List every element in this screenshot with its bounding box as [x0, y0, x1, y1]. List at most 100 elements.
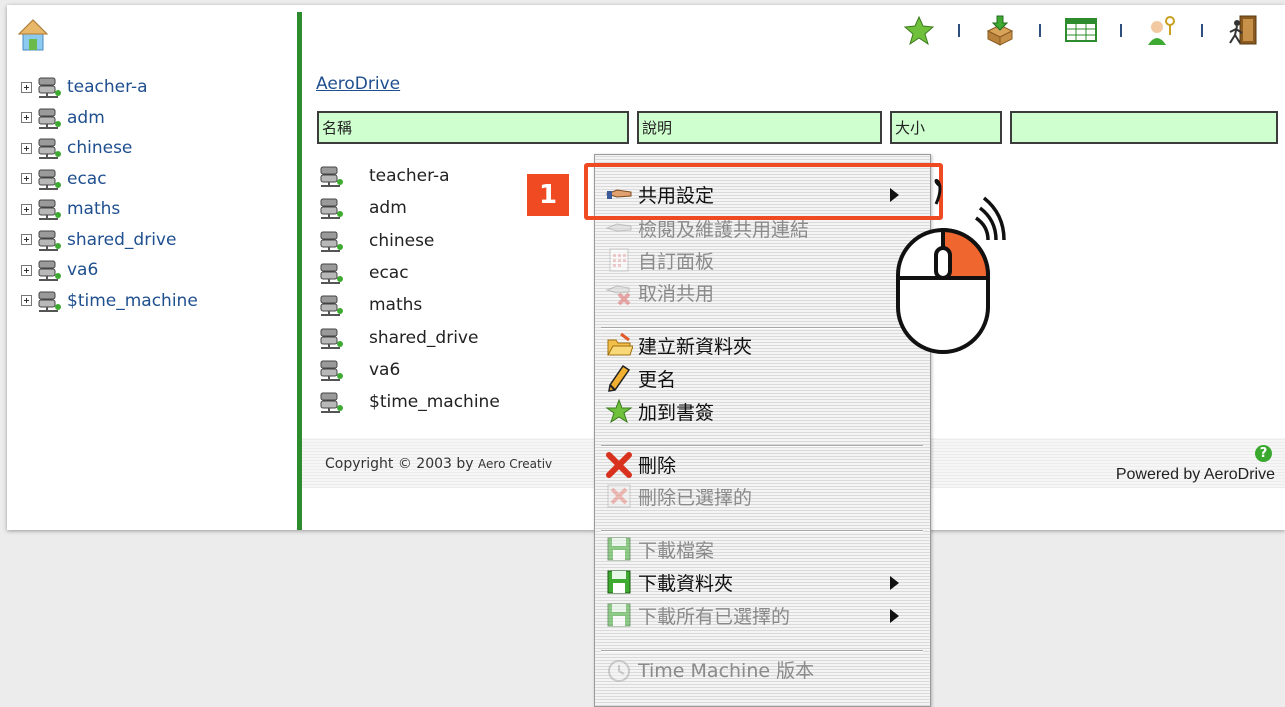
header-description[interactable]: 說明 — [637, 111, 882, 144]
copyright-text: Copyright © 2003 by Aero Creativ — [325, 456, 552, 472]
user-key-icon[interactable] — [1145, 13, 1179, 47]
star-icon — [605, 398, 633, 424]
expand-icon[interactable] — [21, 264, 32, 276]
file-row[interactable]: ecac — [318, 257, 500, 289]
file-row[interactable]: $time_machine — [318, 386, 500, 418]
context-menu-item: 下載所有已選擇的 — [605, 600, 915, 630]
floppy-icon — [607, 537, 631, 561]
tree-item-label[interactable]: teacher-a — [67, 77, 148, 97]
server-share-icon — [38, 199, 61, 221]
context-menu-item[interactable]: 刪除 — [605, 449, 915, 479]
tree-item-label[interactable]: ecac — [67, 169, 107, 189]
context-menu-item-label: 下載檔案 — [638, 539, 715, 562]
context-menu-item: 取消共用 — [605, 277, 915, 307]
tree-item-label[interactable]: chinese — [67, 138, 132, 158]
server-share-icon — [320, 231, 343, 252]
tree-item[interactable]: $time_machine — [21, 286, 198, 317]
file-name[interactable]: adm — [369, 198, 407, 218]
file-name[interactable]: maths — [369, 295, 422, 315]
bookmark-star-icon[interactable] — [902, 13, 936, 47]
toolbar-separator — [1201, 23, 1203, 37]
tree-item[interactable]: va6 — [21, 255, 198, 286]
menu-separator — [601, 445, 923, 447]
tree-item[interactable]: shared_drive — [21, 225, 198, 256]
help-icon[interactable]: ? — [1255, 445, 1272, 462]
context-menu-item-label: 自訂面板 — [638, 250, 715, 273]
expand-icon[interactable] — [21, 234, 32, 246]
panel-grid-icon — [609, 248, 629, 272]
server-share-icon — [38, 169, 61, 190]
upload-box-icon[interactable] — [983, 13, 1017, 47]
expand-icon[interactable] — [21, 81, 32, 93]
breadcrumb-root[interactable]: AeroDrive — [316, 74, 400, 94]
file-name[interactable]: $time_machine — [369, 392, 500, 412]
expand-icon[interactable] — [21, 203, 32, 215]
file-row[interactable]: shared_drive — [318, 321, 500, 353]
menu-separator — [601, 650, 923, 652]
context-menu-item[interactable]: 建立新資料夾 — [605, 330, 915, 360]
expand-icon[interactable] — [21, 173, 32, 185]
file-name[interactable]: shared_drive — [369, 328, 478, 348]
server-share-icon — [320, 166, 343, 188]
tree-item[interactable]: adm — [21, 103, 198, 134]
tree-item[interactable]: ecac — [21, 164, 198, 195]
table-header: 名稱 說明 大小 — [317, 111, 1278, 144]
context-menu-item: 刪除已選擇的 — [605, 481, 915, 511]
header-extra[interactable] — [1010, 111, 1278, 144]
logout-door-icon[interactable] — [1226, 13, 1260, 47]
home-icon[interactable] — [18, 18, 48, 52]
pencil-icon — [608, 364, 631, 392]
file-row[interactable]: teacher-a — [318, 160, 500, 192]
menu-separator — [601, 530, 923, 532]
new-folder-icon — [607, 332, 633, 356]
file-name[interactable]: va6 — [369, 360, 400, 380]
tree-item-label[interactable]: maths — [67, 199, 120, 219]
expand-icon[interactable] — [21, 142, 32, 154]
file-row[interactable]: adm — [318, 192, 500, 224]
header-name[interactable]: 名稱 — [317, 111, 629, 144]
toolbar-separator — [1039, 23, 1041, 37]
context-menu: 共用設定 檢閱及維護共用連結 自訂面板 取消共用 建立新資料夾 更名 加到書簽 刪除 刪除已選擇… — [594, 154, 931, 707]
context-menu-item-label: 刪除已選擇的 — [638, 486, 753, 509]
expand-icon[interactable] — [21, 112, 32, 124]
tree-list: teacher-a adm chinese ecac maths shared_drive… — [21, 72, 198, 316]
tree-item[interactable]: maths — [21, 194, 198, 225]
tree-item[interactable]: chinese — [21, 133, 198, 164]
file-row[interactable]: maths — [318, 289, 500, 321]
server-share-icon — [38, 108, 61, 129]
table-view-icon[interactable] — [1064, 13, 1098, 47]
context-menu-item-label: 取消共用 — [638, 282, 715, 305]
header-size[interactable]: 大小 — [890, 111, 1002, 144]
tree-item-label[interactable]: $time_machine — [67, 291, 198, 311]
file-name[interactable]: teacher-a — [369, 166, 450, 186]
file-row[interactable]: va6 — [318, 354, 500, 386]
delete-selected-icon — [607, 484, 631, 508]
expand-icon[interactable] — [21, 295, 32, 307]
tree-item-label[interactable]: shared_drive — [67, 230, 176, 250]
tree-item-label[interactable]: adm — [67, 108, 105, 128]
submenu-arrow-icon — [890, 609, 899, 623]
toolbar — [902, 13, 1260, 47]
copyright-prefix: Copyright © 2003 by — [325, 456, 479, 472]
unshare-icon — [605, 285, 631, 306]
file-name[interactable]: ecac — [369, 263, 409, 283]
server-share-icon — [320, 295, 343, 317]
context-menu-item: 下載檔案 — [605, 534, 915, 564]
server-share-icon — [320, 392, 343, 414]
copyright-org: Aero Creativ — [478, 457, 553, 471]
file-row[interactable]: chinese — [318, 225, 500, 257]
tree-item[interactable]: teacher-a — [21, 72, 198, 103]
context-menu-item[interactable]: 下載資料夾 — [605, 567, 915, 597]
server-share-icon — [38, 260, 61, 282]
file-name[interactable]: chinese — [369, 231, 434, 251]
context-menu-item[interactable]: 更名 — [605, 363, 915, 393]
tree-item-label[interactable]: va6 — [67, 260, 98, 280]
context-menu-item-label: 刪除 — [638, 454, 677, 477]
context-menu-item-label: 建立新資料夾 — [638, 335, 753, 358]
server-share-icon — [38, 77, 61, 99]
toolbar-separator — [958, 23, 960, 37]
context-menu-item[interactable]: 加到書簽 — [605, 396, 915, 426]
delete-x-icon — [606, 452, 632, 478]
context-menu-item-label: 下載所有已選擇的 — [638, 605, 791, 628]
submenu-arrow-icon — [890, 576, 899, 590]
